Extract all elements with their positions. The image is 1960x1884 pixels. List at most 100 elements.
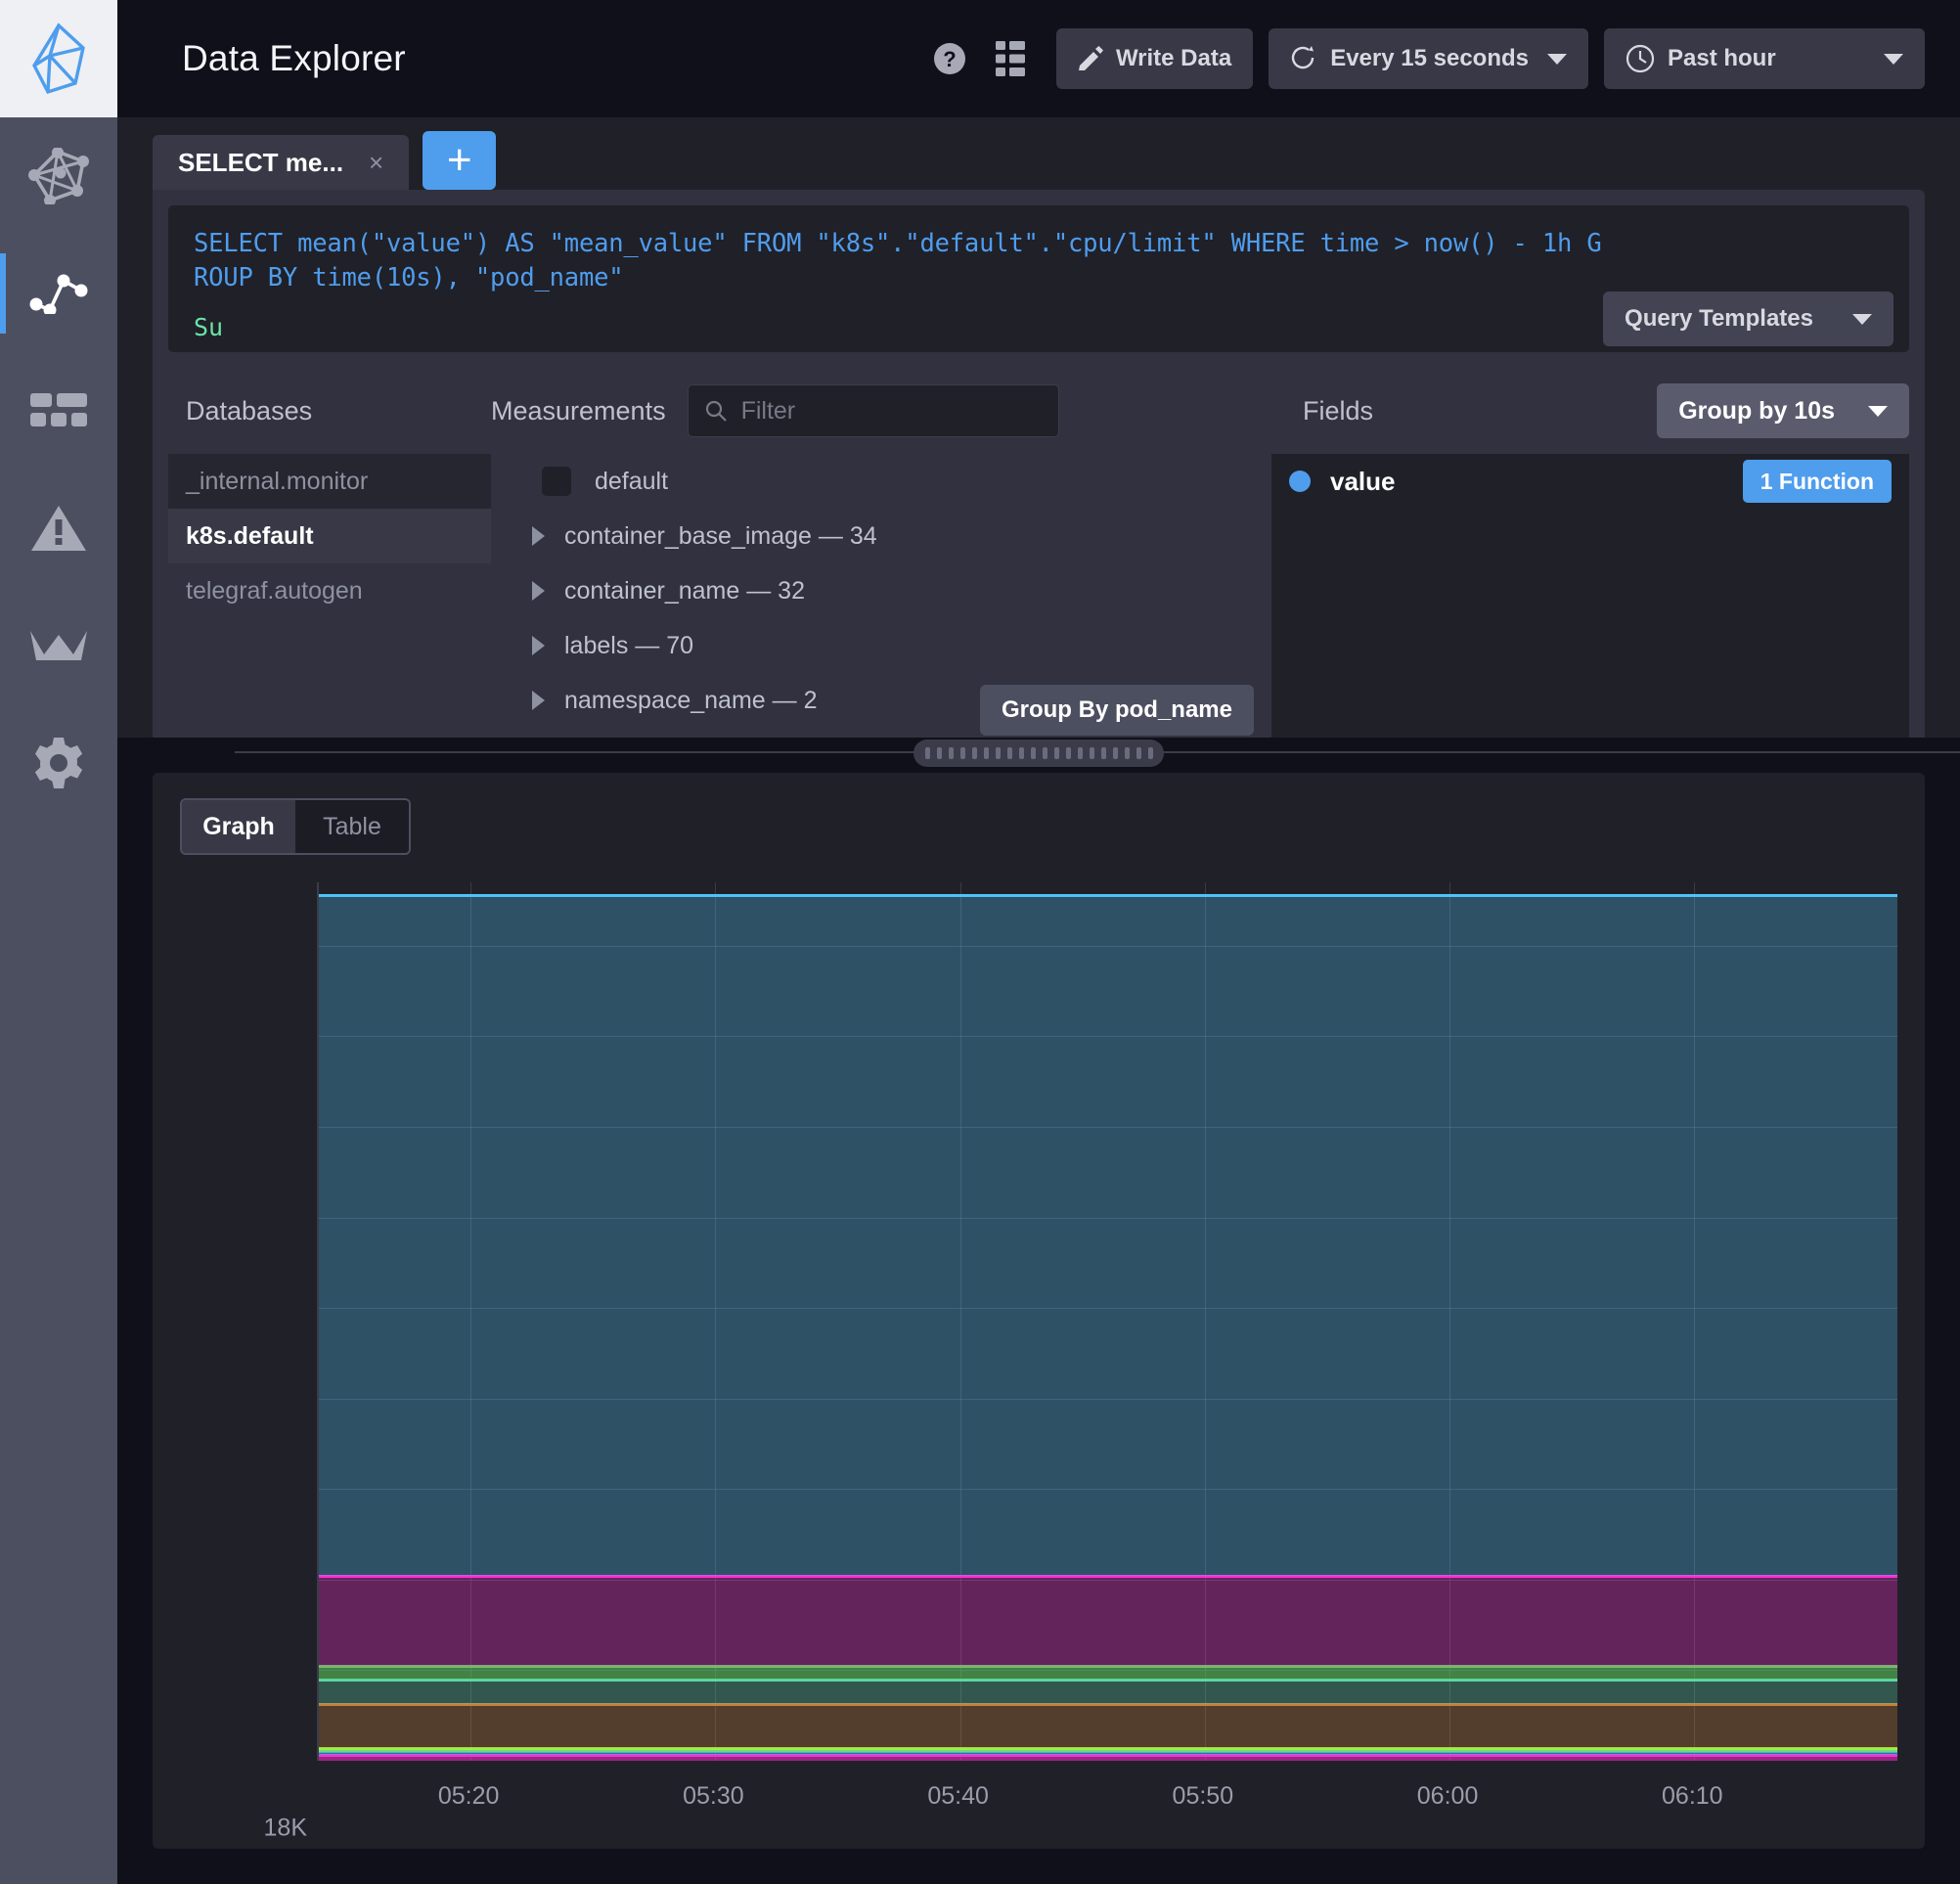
svg-text:?: ? [943, 47, 956, 71]
y-axis-tick-label: 18K [263, 1814, 307, 1842]
main-content: Data Explorer ? Write Data Every 15 seco… [117, 0, 1960, 1884]
write-data-button[interactable]: Write Data [1055, 28, 1254, 89]
database-label: telegraf.autogen [186, 576, 363, 605]
database-item[interactable]: telegraf.autogen [168, 563, 491, 618]
logs-button[interactable] [980, 29, 1041, 88]
chevron-down-icon [1547, 53, 1567, 65]
tag-key-label: container_name — 32 [564, 576, 805, 605]
query-builder-panel: SELECT me... × + SELECT mean("value") AS… [117, 117, 1960, 738]
query-tabs: SELECT me... × + [153, 117, 1925, 190]
add-query-button[interactable]: + [423, 131, 497, 190]
x-axis-tick-label: 05:40 [927, 1782, 989, 1810]
sidebar-item-data-explorer[interactable] [0, 235, 117, 352]
measurement-label: default [595, 467, 669, 495]
tag-key-label: container_base_image — 34 [564, 521, 877, 550]
close-icon[interactable]: × [369, 148, 383, 178]
write-data-label: Write Data [1115, 45, 1232, 71]
measurements-list: default container_base_image — 34 contai… [491, 454, 1271, 738]
database-item[interactable]: _internal.monitor [168, 454, 491, 509]
polyhedron-network-icon [28, 148, 89, 204]
page-title: Data Explorer [182, 38, 406, 78]
data-explorer-app: Data Explorer ? Write Data Every 15 seco… [0, 0, 1960, 1884]
chevron-down-icon [1852, 313, 1872, 325]
database-item[interactable]: k8s.default [168, 509, 491, 563]
query-templates-label: Query Templates [1625, 305, 1813, 332]
group-by-time-dropdown[interactable]: Group by 10s [1657, 383, 1909, 438]
y-axis: 02K4K6K8K10K12K14K16K18K [180, 882, 317, 1841]
x-axis-tick-label: 05:50 [1172, 1782, 1234, 1810]
panel-divider [117, 738, 1960, 773]
group-by-time-label: Group by 10s [1678, 396, 1835, 425]
chevron-right-icon [532, 526, 545, 546]
help-button[interactable]: ? [919, 29, 980, 88]
measurement-checkbox[interactable] [542, 467, 571, 496]
tab-table[interactable]: Table [295, 800, 409, 853]
chart-series-area [319, 1704, 1897, 1749]
panel-resize-handle[interactable] [913, 740, 1164, 767]
server-list-icon [995, 41, 1025, 76]
x-axis-tick-label: 05:30 [683, 1782, 744, 1810]
left-navigation [0, 0, 117, 1884]
chart: 02K4K6K8K10K12K14K16K18K 05:20 05:30 05:40… [180, 882, 1897, 1841]
chevron-right-icon [532, 581, 545, 601]
gear-icon [34, 738, 83, 788]
refresh-loop-icon [1292, 46, 1314, 69]
x-axis-tick-label: 06:10 [1662, 1782, 1723, 1810]
query-tab-label: SELECT me... [178, 147, 344, 177]
database-label: _internal.monitor [186, 467, 369, 495]
chart-series-area [319, 1680, 1897, 1705]
tag-key-label: namespace_name — 2 [564, 686, 818, 714]
tab-graph[interactable]: Graph [182, 800, 295, 853]
header-actions: ? Write Data Every 15 seconds Past hour [919, 28, 1925, 89]
sidebar-item-dashboards[interactable] [0, 352, 117, 470]
sidebar-item-configuration[interactable] [0, 704, 117, 822]
refresh-interval-dropdown[interactable]: Every 15 seconds [1269, 28, 1588, 89]
dashboard-grid-icon [30, 393, 87, 426]
pencil-icon [1078, 46, 1103, 70]
influxdb-logo-icon[interactable] [0, 0, 117, 117]
query-templates-dropdown[interactable]: Query Templates [1603, 292, 1893, 346]
database-label: k8s.default [186, 521, 314, 550]
tag-key-item[interactable]: labels — 70 [532, 618, 1271, 673]
builder-column-headers: Databases Measurements Filter Fields Gro… [153, 368, 1925, 454]
x-axis-tick-label: 05:20 [437, 1782, 500, 1810]
query-editor-body: SELECT mean("value") AS "mean_value" FRO… [153, 190, 1925, 368]
chevron-down-icon [1884, 53, 1903, 65]
page-header: Data Explorer ? Write Data Every 15 seco… [117, 0, 1960, 117]
plot-area[interactable] [317, 882, 1897, 1761]
sidebar-item-alerting[interactable] [0, 470, 117, 587]
sidebar-item-admin[interactable] [0, 587, 117, 704]
sidebar-item-host-list[interactable] [0, 117, 117, 235]
search-icon [705, 400, 727, 422]
chevron-right-icon [532, 691, 545, 710]
x-axis-tick-label: 06:00 [1416, 1782, 1479, 1810]
tag-key-item[interactable]: container_base_image — 34 [532, 509, 1271, 563]
chart-series-area [319, 1576, 1897, 1667]
time-range-dropdown[interactable]: Past hour [1604, 28, 1925, 89]
clock-icon [1626, 44, 1655, 73]
field-function-badge[interactable]: 1 Function [1742, 460, 1892, 503]
measurement-filter-placeholder: Filter [740, 396, 796, 425]
query-tab[interactable]: SELECT me... × [153, 135, 410, 190]
refresh-interval-label: Every 15 seconds [1330, 45, 1529, 71]
x-axis: 05:20 05:30 05:40 05:50 06:00 06:10 [317, 1761, 1897, 1831]
measurements-title: Measurements [491, 395, 666, 426]
query-text-line-2: ROUP BY time(10s), "pod_name" [194, 263, 624, 293]
field-label: value [1330, 466, 1396, 496]
tag-key-label: labels — 70 [564, 631, 694, 659]
chart-series-line [319, 894, 1897, 898]
field-color-dot [1289, 471, 1311, 492]
databases-title: Databases [186, 395, 313, 426]
measurement-item[interactable]: default [532, 454, 1271, 509]
visualization-panel: Graph Table 02K4K6K8K10K12K14K16K18K 05:… [117, 773, 1960, 1884]
field-item[interactable]: value 1 Function [1271, 454, 1909, 509]
builder-lists: _internal.monitor k8s.default telegraf.a… [153, 454, 1925, 738]
tag-key-item[interactable]: container_name — 32 [532, 563, 1271, 618]
visualization-card: Graph Table 02K4K6K8K10K12K14K16K18K 05:… [153, 773, 1925, 1849]
measurement-filter-input[interactable]: Filter [687, 384, 1059, 437]
chevron-right-icon [532, 636, 545, 655]
group-by-tag-button[interactable]: Group By pod_name [979, 685, 1254, 736]
chart-series-area [319, 895, 1897, 1577]
crown-icon [30, 631, 87, 660]
chevron-down-icon [1868, 405, 1888, 417]
